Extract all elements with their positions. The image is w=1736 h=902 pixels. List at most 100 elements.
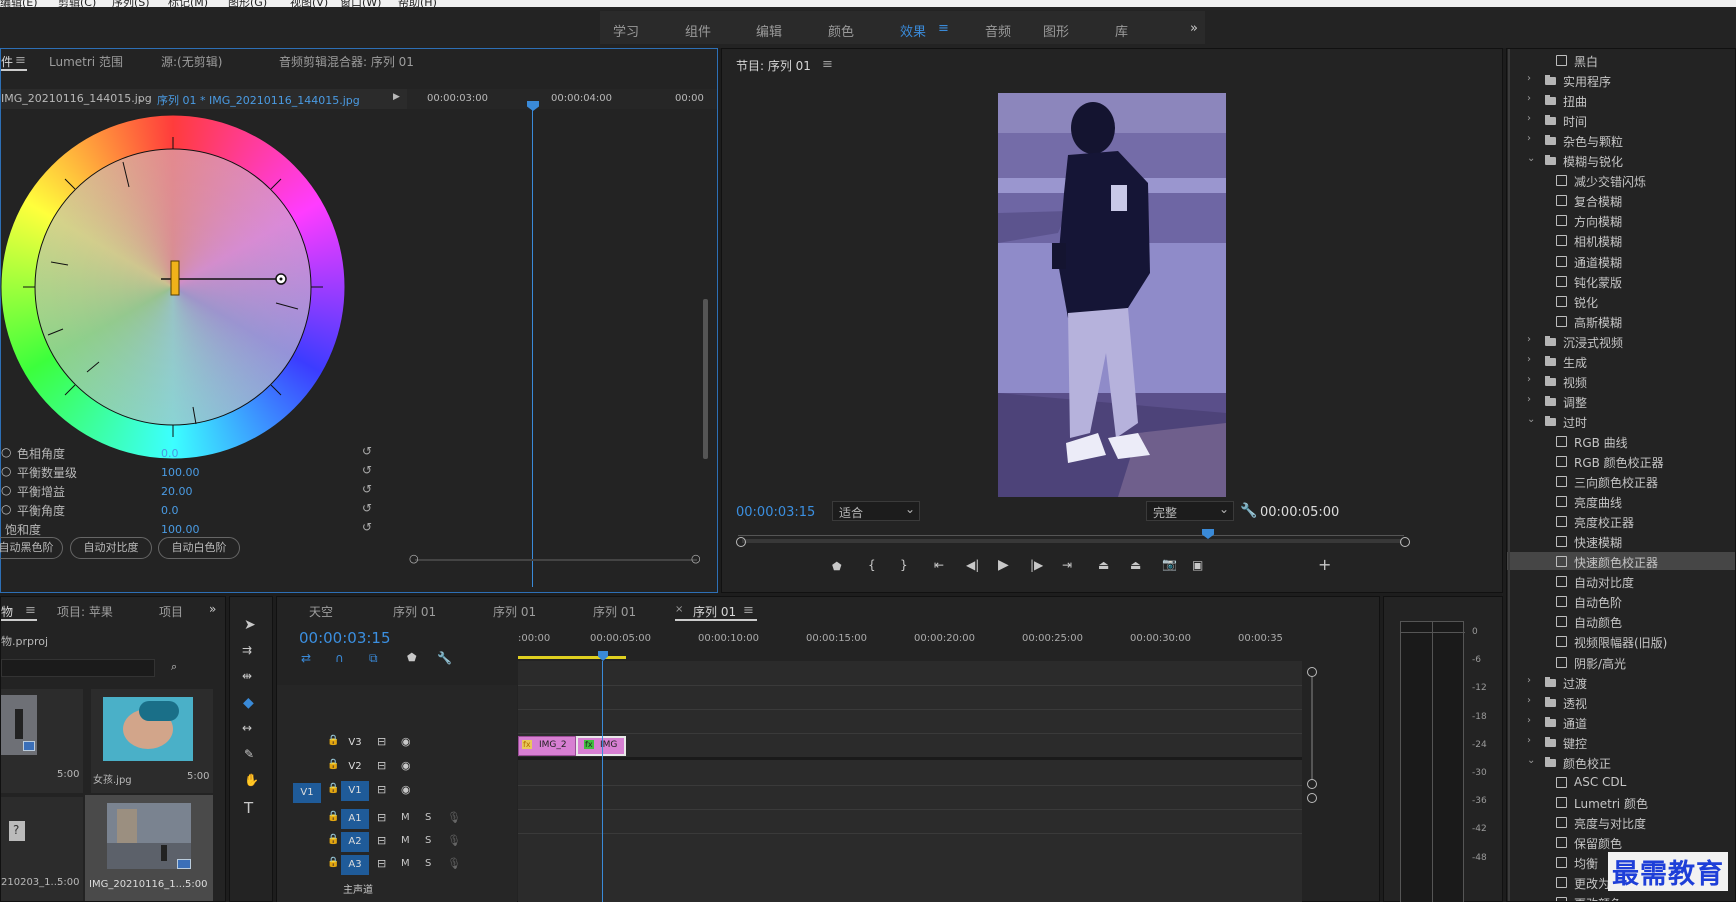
tab-menu-icon[interactable]: ≡ [743, 603, 754, 618]
fit-dropdown[interactable]: 适合 ⌄ [832, 501, 920, 521]
tab-sequence[interactable]: 序列 01 [393, 603, 436, 620]
source-patch-v1[interactable]: V1 [293, 783, 321, 803]
track-lock-icon[interactable]: 🔒 [327, 735, 339, 746]
effect-item[interactable]: 相机模糊 [1507, 231, 1735, 249]
effects-folder[interactable]: › 通道 [1507, 713, 1735, 731]
track-lock-icon[interactable]: 🔒 [327, 759, 339, 770]
effect-item[interactable]: Lumetri 颜色 [1507, 793, 1735, 811]
effect-item[interactable]: 钝化蒙版 [1507, 272, 1735, 290]
v-scroll-handle[interactable] [1307, 779, 1317, 789]
program-scrub-bar[interactable] [742, 539, 1402, 543]
workspace-graphics[interactable]: 图形 [1043, 21, 1069, 40]
play-icon[interactable]: ▶ [998, 557, 1009, 573]
play-triangle-icon[interactable]: ▶ [393, 92, 400, 102]
workspace-learn[interactable]: 学习 [613, 21, 639, 40]
v-scroll-handle[interactable] [1307, 793, 1317, 803]
sync-lock-icon[interactable]: ⊟ [377, 735, 386, 748]
tab-sequence[interactable]: 序列 01 [593, 603, 636, 620]
v-scrollbar[interactable] [1311, 677, 1313, 779]
stopwatch-icon[interactable]: ○ [1, 464, 11, 478]
chevron-right-icon[interactable]: › [1527, 675, 1531, 686]
find-icon[interactable]: ⌕ [171, 660, 177, 674]
quality-dropdown[interactable]: 完整 ⌄ [1146, 501, 1234, 521]
effect-item[interactable]: 保留颜色 [1507, 833, 1735, 851]
work-area-bar[interactable] [518, 656, 626, 659]
program-current-time[interactable]: 00:00:03:15 [736, 505, 815, 520]
chevron-right-icon[interactable]: › [1527, 394, 1531, 405]
project-search-input[interactable] [1, 659, 155, 677]
scrub-start-handle[interactable] [736, 537, 746, 547]
sync-lock-icon[interactable]: ⊟ [377, 857, 386, 870]
track-label[interactable]: V2 [341, 757, 369, 777]
step-back-icon[interactable]: ◀| [966, 558, 979, 572]
mark-in-icon[interactable]: { [868, 558, 876, 572]
program-menu-icon[interactable]: ≡ [822, 57, 833, 72]
extract-icon[interactable]: ⏏ [1130, 558, 1141, 572]
slip-tool-icon[interactable]: ↔ [242, 721, 252, 735]
workspace-more-icon[interactable]: » [1190, 21, 1198, 36]
workspace-effects-menu-icon[interactable]: ≡ [938, 21, 949, 36]
track-lock-icon[interactable]: 🔒 [327, 834, 339, 845]
linked-selection-icon[interactable]: ⧉ [369, 651, 378, 666]
param-value[interactable]: 100.00 [161, 466, 200, 479]
nest-toggle-icon[interactable]: ⇄ [301, 651, 311, 665]
solo-icon[interactable]: S [425, 858, 431, 869]
sync-lock-icon[interactable]: ⊟ [377, 783, 386, 796]
auto-contrast-button[interactable]: 自动对比度 [70, 537, 152, 559]
effect-item[interactable]: 视频限幅器(旧版) [1507, 632, 1735, 650]
auto-black-level-button[interactable]: 自动黑色阶 [0, 537, 63, 559]
effects-folder[interactable]: › 扭曲 [1507, 91, 1735, 109]
zoom-handle-left[interactable]: ○ [409, 552, 419, 565]
voiceover-record-icon[interactable]: 🎙 [447, 811, 461, 824]
stopwatch-icon[interactable]: ○ [1, 502, 11, 516]
timeline-clip-selected[interactable]: fx IMG [576, 736, 626, 756]
timeline-settings-icon[interactable]: 🔧 [437, 651, 452, 665]
effects-folder[interactable]: › 透视 [1507, 693, 1735, 711]
mute-icon[interactable]: M [401, 835, 410, 846]
tab-source[interactable]: 源:(无剪辑) [161, 53, 222, 70]
tab-lumetri-scopes[interactable]: Lumetri 范围 [49, 53, 123, 70]
workspace-libraries[interactable]: 库 [1115, 21, 1128, 40]
effect-item[interactable]: 阴影/高光 [1507, 653, 1735, 671]
effects-folder[interactable]: ⌄ 过时 [1507, 412, 1735, 430]
project-thumb[interactable]: 5:00 [1, 689, 83, 793]
effects-folder[interactable]: ⌄ 模糊与锐化 [1507, 151, 1735, 169]
effects-folder[interactable]: › 键控 [1507, 733, 1735, 751]
eye-icon[interactable]: ◉ [401, 783, 411, 796]
effect-item[interactable]: 高斯模糊 [1507, 312, 1735, 330]
workspace-editing[interactable]: 编辑 [756, 21, 782, 40]
selection-tool-icon[interactable]: ➤ [244, 617, 256, 633]
step-forward-icon[interactable]: |▶ [1030, 558, 1043, 572]
tab-menu-icon[interactable]: ≡ [15, 53, 26, 68]
reset-icon[interactable]: ↺ [362, 444, 372, 458]
track-lock-icon[interactable]: 🔒 [327, 811, 339, 822]
hue-balance-wheel[interactable] [0, 107, 353, 477]
mute-icon[interactable]: M [401, 812, 410, 823]
effects-folder[interactable]: › 过渡 [1507, 673, 1735, 691]
voiceover-record-icon[interactable]: 🎙 [447, 857, 461, 870]
workspace-color[interactable]: 颜色 [828, 21, 854, 40]
chevron-right-icon[interactable]: › [1527, 735, 1531, 746]
timeline-clip[interactable]: fx IMG_2 [518, 736, 576, 756]
chevron-down-icon[interactable]: ⌄ [1527, 755, 1535, 766]
effect-item[interactable]: 快速模糊 [1507, 532, 1735, 550]
chevron-right-icon[interactable]: › [1527, 334, 1531, 345]
add-marker-icon[interactable]: ⬟ [407, 651, 417, 664]
track-lock-icon[interactable]: 🔒 [327, 857, 339, 868]
mark-out-icon[interactable]: } [900, 558, 908, 572]
project-thumb[interactable]: ? 210203_1... 5:00 [1, 797, 83, 901]
param-value[interactable]: 100.00 [161, 523, 200, 536]
workspace-assembly[interactable]: 组件 [685, 21, 711, 40]
effect-item[interactable]: 通道模糊 [1507, 252, 1735, 270]
tab-project[interactable]: 项目 [159, 603, 183, 620]
tab-project-apple[interactable]: 项目: 苹果 [57, 603, 113, 620]
sync-lock-icon[interactable]: ⊟ [377, 759, 386, 772]
chevron-right-icon[interactable]: › [1527, 715, 1531, 726]
export-frame-icon[interactable]: 📷 [1162, 557, 1177, 571]
track-lock-icon[interactable]: 🔒 [327, 783, 339, 794]
sync-lock-icon[interactable]: ⊟ [377, 834, 386, 847]
param-value[interactable]: 0.0 [161, 504, 179, 517]
track-label[interactable]: V3 [341, 733, 369, 753]
razor-tool-icon[interactable]: ◆ [243, 695, 254, 711]
chevron-right-icon[interactable]: › [1527, 113, 1531, 124]
